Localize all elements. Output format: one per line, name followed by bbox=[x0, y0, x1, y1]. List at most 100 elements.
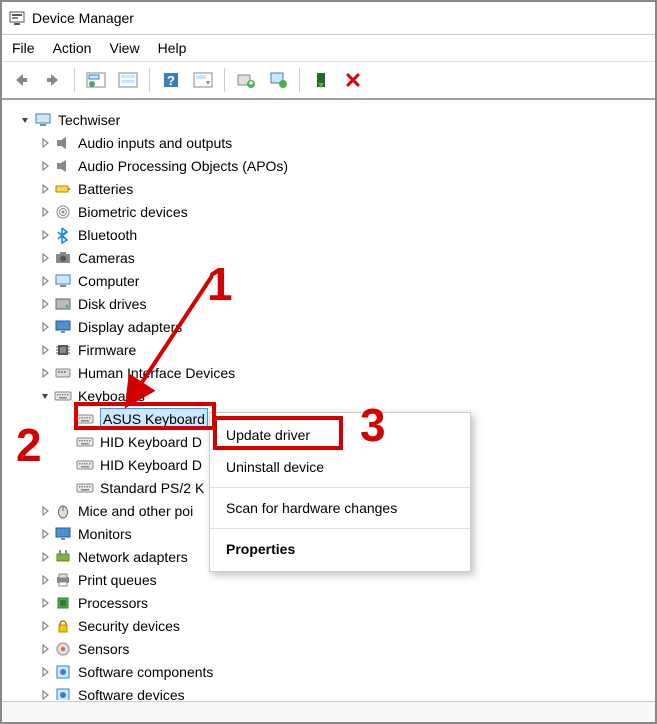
bluetooth-icon bbox=[54, 226, 72, 244]
tree-category-label: Batteries bbox=[78, 181, 133, 197]
tree-category-label: Audio Processing Objects (APOs) bbox=[78, 158, 288, 174]
chevron-right-icon[interactable] bbox=[38, 619, 52, 633]
forward-button[interactable] bbox=[40, 67, 66, 93]
tree-category-audio_proc[interactable]: Audio Processing Objects (APOs) bbox=[4, 154, 653, 177]
chevron-right-icon[interactable] bbox=[38, 274, 52, 288]
ctx-update-driver[interactable]: Update driver bbox=[210, 419, 470, 451]
help-button[interactable]: ? bbox=[158, 67, 184, 93]
tree-category-sensors[interactable]: Sensors bbox=[4, 637, 653, 660]
chevron-right-icon[interactable] bbox=[38, 366, 52, 380]
view-devices-button[interactable] bbox=[115, 67, 141, 93]
chevron-right-icon[interactable] bbox=[38, 550, 52, 564]
disable-device-button[interactable] bbox=[340, 67, 366, 93]
chevron-down-icon[interactable] bbox=[38, 389, 52, 403]
chevron-down-icon[interactable] bbox=[18, 113, 32, 127]
monitor-icon bbox=[54, 525, 72, 543]
update-driver-button[interactable] bbox=[233, 67, 259, 93]
app-icon bbox=[8, 9, 26, 27]
keyboard-icon bbox=[76, 433, 94, 451]
tree-category-label: Computer bbox=[78, 273, 139, 289]
context-menu: Update driver Uninstall device Scan for … bbox=[209, 412, 471, 572]
chevron-right-icon[interactable] bbox=[38, 527, 52, 541]
svg-text:?: ? bbox=[167, 73, 175, 88]
software-icon bbox=[54, 686, 72, 701]
tree-category-display[interactable]: Display adapters bbox=[4, 315, 653, 338]
tree-category-sw_components[interactable]: Software components bbox=[4, 660, 653, 683]
chevron-right-icon[interactable] bbox=[38, 159, 52, 173]
chevron-right-icon[interactable] bbox=[38, 320, 52, 334]
tree-category-label: Audio inputs and outputs bbox=[78, 135, 232, 151]
titlebar: Device Manager bbox=[2, 2, 655, 35]
hid-icon bbox=[54, 364, 72, 382]
security-icon bbox=[54, 617, 72, 635]
computer-icon bbox=[54, 272, 72, 290]
cpu-icon bbox=[54, 594, 72, 612]
menu-view[interactable]: View bbox=[109, 40, 139, 56]
tree-category-label: Cameras bbox=[78, 250, 135, 266]
menu-help[interactable]: Help bbox=[158, 40, 187, 56]
tree-device-label: ASUS Keyboard bbox=[100, 408, 208, 429]
chevron-right-icon[interactable] bbox=[38, 343, 52, 357]
menu-action[interactable]: Action bbox=[53, 40, 92, 56]
tree-category-label: Firmware bbox=[78, 342, 136, 358]
tree-category-disk[interactable]: Disk drives bbox=[4, 292, 653, 315]
computer-icon bbox=[34, 111, 52, 129]
chip-icon bbox=[54, 341, 72, 359]
tree-category-hid[interactable]: Human Interface Devices bbox=[4, 361, 653, 384]
tree-category-label: Disk drives bbox=[78, 296, 146, 312]
disk-icon bbox=[54, 295, 72, 313]
tree-root-node[interactable]: Techwiser bbox=[4, 108, 653, 131]
scan-button[interactable] bbox=[190, 67, 216, 93]
back-button[interactable] bbox=[8, 67, 34, 93]
tree-category-biometric[interactable]: Biometric devices bbox=[4, 200, 653, 223]
chevron-right-icon[interactable] bbox=[38, 688, 52, 701]
tree-category-label: Software components bbox=[78, 664, 213, 680]
tree-category-label: Bluetooth bbox=[78, 227, 137, 243]
software-icon bbox=[54, 663, 72, 681]
chevron-right-icon[interactable] bbox=[38, 228, 52, 242]
chevron-right-icon[interactable] bbox=[38, 665, 52, 679]
chevron-right-icon[interactable] bbox=[38, 297, 52, 311]
ctx-properties[interactable]: Properties bbox=[210, 533, 470, 565]
tree-category-keyboards[interactable]: Keyboards bbox=[4, 384, 653, 407]
tree-root-label: Techwiser bbox=[58, 112, 120, 128]
tree-category-sw_devices[interactable]: Software devices bbox=[4, 683, 653, 700]
tree-category-cameras[interactable]: Cameras bbox=[4, 246, 653, 269]
chevron-right-icon[interactable] bbox=[38, 251, 52, 265]
tree-category-firmware[interactable]: Firmware bbox=[4, 338, 653, 361]
enable-device-button[interactable] bbox=[308, 67, 334, 93]
tree-category-label: Sensors bbox=[78, 641, 129, 657]
menu-file[interactable]: File bbox=[12, 40, 35, 56]
ctx-uninstall-device[interactable]: Uninstall device bbox=[210, 451, 470, 483]
tree-category-computer[interactable]: Computer bbox=[4, 269, 653, 292]
ctx-separator bbox=[210, 528, 470, 529]
keyboard-icon bbox=[54, 387, 72, 405]
ctx-scan-hardware[interactable]: Scan for hardware changes bbox=[210, 492, 470, 524]
tree-category-bluetooth[interactable]: Bluetooth bbox=[4, 223, 653, 246]
speaker-icon bbox=[54, 157, 72, 175]
keyboard-icon bbox=[76, 410, 94, 428]
tree-device-label: HID Keyboard D bbox=[100, 457, 202, 473]
uninstall-button[interactable] bbox=[265, 67, 291, 93]
device-tree[interactable]: Techwiser Audio inputs and outputs Audio P… bbox=[4, 102, 653, 700]
chevron-right-icon[interactable] bbox=[38, 182, 52, 196]
chevron-right-icon[interactable] bbox=[38, 596, 52, 610]
keyboard-icon bbox=[76, 479, 94, 497]
ctx-separator bbox=[210, 487, 470, 488]
tree-category-label: Software devices bbox=[78, 687, 185, 701]
chevron-right-icon[interactable] bbox=[38, 504, 52, 518]
tree-category-label: Display adapters bbox=[78, 319, 182, 335]
chevron-right-icon[interactable] bbox=[38, 205, 52, 219]
tree-category-security[interactable]: Security devices bbox=[4, 614, 653, 637]
tree-category-label: Network adapters bbox=[78, 549, 188, 565]
tree-category-audio_io[interactable]: Audio inputs and outputs bbox=[4, 131, 653, 154]
tree-category-batteries[interactable]: Batteries bbox=[4, 177, 653, 200]
chevron-right-icon[interactable] bbox=[38, 642, 52, 656]
tree-category-label: Processors bbox=[78, 595, 148, 611]
chevron-right-icon[interactable] bbox=[38, 573, 52, 587]
chevron-right-icon[interactable] bbox=[38, 136, 52, 150]
show-hidden-button[interactable] bbox=[83, 67, 109, 93]
network-icon bbox=[54, 548, 72, 566]
tree-category-processors[interactable]: Processors bbox=[4, 591, 653, 614]
device-manager-window: Device Manager File Action View Help ? T… bbox=[0, 0, 657, 724]
